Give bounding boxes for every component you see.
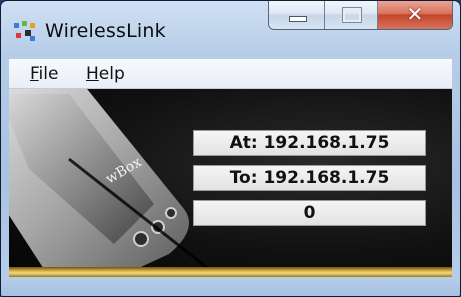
minimize-button[interactable]	[269, 1, 326, 29]
menu-help[interactable]: Help	[86, 64, 125, 84]
close-button[interactable]: ✕	[377, 1, 452, 29]
menu-file-accelerator: F	[30, 64, 39, 84]
menu-help-accelerator: H	[86, 64, 99, 84]
app-icon[interactable]	[13, 21, 37, 43]
to-address-field: To: 192.168.1.75	[193, 165, 426, 191]
menu-help-label: elp	[98, 64, 125, 84]
close-icon: ✕	[406, 2, 424, 26]
title-bar[interactable]: WirelessLink ✕	[1, 1, 460, 57]
main-panel: wBox At: 192.168.1.75 To: 192.168.1.75 0	[9, 89, 452, 277]
maximize-icon	[342, 7, 363, 23]
caption-buttons: ✕	[268, 1, 453, 30]
count-field: 0	[193, 200, 426, 226]
menu-bar: File Help	[9, 59, 452, 89]
menu-file-label: ile	[38, 64, 59, 84]
app-window: WirelessLink ✕ File Help wBox At: 192.16…	[0, 0, 461, 297]
minimize-icon	[289, 16, 307, 22]
gold-accent-bar	[9, 267, 452, 277]
menu-file[interactable]: File	[30, 64, 58, 84]
window-title: WirelessLink	[45, 20, 166, 42]
maximize-button[interactable]	[325, 1, 378, 29]
at-address-field: At: 192.168.1.75	[193, 130, 426, 156]
window-bottom-frame	[1, 278, 460, 296]
